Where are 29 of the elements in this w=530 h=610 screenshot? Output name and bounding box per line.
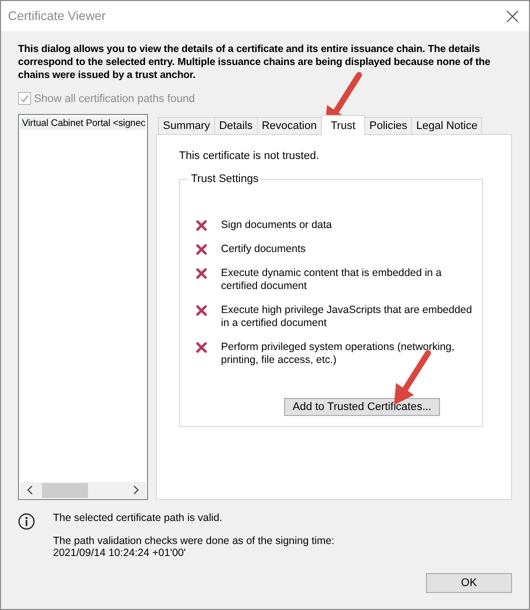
validation-time: 2021/09/14 10:24:24 +01'00' [53, 547, 187, 559]
cross-icon [196, 244, 207, 255]
trust-status: This certificate is not trusted. [179, 150, 320, 162]
description-text: This dialog allows you to view the details of a certificate and its entire issuance chain. The details correspond to the selected entry. Multiple issuance chains are being displayed because none of the chains were issued by a trust anchor. [18, 43, 492, 82]
cross-icon [196, 220, 207, 231]
ok-button[interactable]: OK [426, 573, 512, 593]
tab[interactable]: Legal Notice [411, 117, 482, 134]
window-title: Certificate Viewer [8, 9, 106, 23]
trust-setting-label: Perform privileged system operations (networking, printing, file access, etc.) [221, 341, 456, 367]
cross-icon [196, 305, 207, 316]
validity-message: The selected certificate path is valid. [53, 512, 224, 524]
certificate-item[interactable]: Virtual Cabinet Portal <signec [20, 117, 146, 130]
tab[interactable]: Summary [158, 117, 216, 134]
trust-setting-label: Certify documents [221, 243, 306, 256]
trust-setting-label: Execute dynamic content that is embedded in a certified document [221, 267, 443, 293]
scroll-left-icon[interactable] [26, 485, 34, 495]
horizontal-scrollbar[interactable] [20, 482, 146, 498]
group-title: Trust Settings [190, 173, 260, 185]
validation-note: The path validation checks were done as of the signing time: [53, 535, 334, 547]
cross-icon [196, 342, 207, 353]
scroll-right-icon[interactable] [132, 485, 140, 495]
checkbox-label: Show all certification paths found [34, 92, 195, 104]
cross-icon [196, 268, 207, 279]
trust-setting-label: Sign documents or data [221, 219, 332, 232]
add-trusted-button[interactable]: Add to Trusted Certificates... [284, 398, 440, 416]
info-icon [18, 513, 35, 530]
tab[interactable]: Trust [320, 115, 366, 135]
trust-setting-label: Execute high privilege JavaScripts that are embedded in a certified document [221, 304, 472, 330]
close-button[interactable] [504, 8, 521, 24]
